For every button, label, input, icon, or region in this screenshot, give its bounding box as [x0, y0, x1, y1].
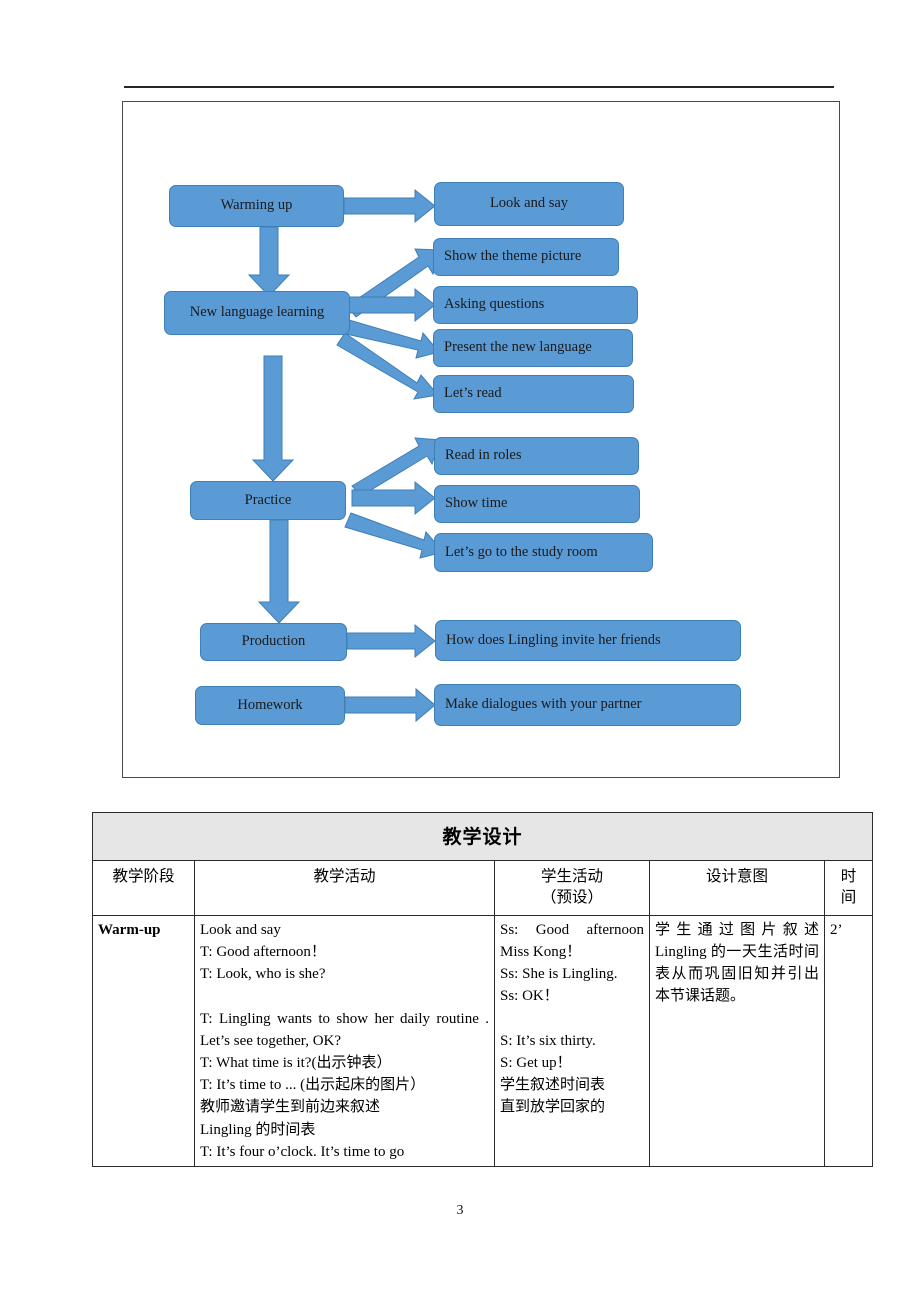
flow-box-label: Look and say	[489, 195, 569, 212]
flow-box-lets-read[interactable]: Let’s read	[433, 375, 634, 413]
flow-box-label: Let’s go to the study room	[445, 543, 598, 560]
page-number: 3	[456, 1203, 464, 1218]
arrow-warming-up-to-look-and-say	[343, 188, 436, 224]
flow-box-lets-go-to-the-study-room[interactable]: Let’s go to the study room	[434, 533, 653, 572]
flow-box-label: Present the new language	[444, 339, 592, 356]
col-header-student-activity-line1: 学生活动	[540, 868, 603, 885]
table-title: 教学设计	[92, 812, 873, 861]
activity-line: T: Good afternoon！	[200, 944, 326, 961]
activity-line: T: Lingling wants to show her daily rout…	[200, 1010, 489, 1049]
activity-line: T: It’s four o’clock. It’s time to go	[200, 1143, 405, 1160]
cell-stage: Warm-up	[92, 914, 195, 1167]
col-header-time-line2: 间	[840, 888, 857, 906]
flow-box-new-language-learning[interactable]: New language learning	[164, 291, 350, 335]
col-header-student-activity-line2: （预设）	[540, 888, 603, 906]
cell-student-activity: Ss: Good afternoon Miss Kong！ Ss: She is…	[494, 914, 650, 1167]
table-title-row: 教学设计	[92, 812, 873, 861]
header-rule	[124, 86, 834, 88]
activity-blank-line	[200, 985, 489, 1007]
arrow-nll-to-practice	[251, 355, 295, 482]
arrow-nll-to-asking-questions	[348, 287, 436, 323]
flow-box-asking-questions[interactable]: Asking questions	[433, 286, 638, 324]
student-line: Ss: She is Lingling.	[500, 966, 618, 983]
flow-box-warming-up[interactable]: Warming up	[169, 185, 344, 227]
student-line: 直到放学回家的	[500, 1099, 606, 1116]
flow-box-label: Let’s read	[444, 385, 502, 402]
flow-box-label: Asking questions	[444, 296, 545, 313]
table-row: Warm-up Look and say T: Good afternoon！ …	[92, 914, 873, 1167]
flow-box-label: Practice	[244, 491, 292, 508]
activity-line: 教师邀请学生到前边来叙述	[200, 1099, 381, 1116]
table-header-row: 教学阶段 教学活动 学生活动 （预设） 设计意图 时 间	[92, 860, 873, 916]
document-page: Warming up New language learning Practic…	[0, 0, 920, 1302]
col-header-stage: 教学阶段	[92, 860, 195, 916]
flow-box-practice[interactable]: Practice	[190, 481, 346, 520]
flow-box-label: Show the theme picture	[444, 248, 582, 265]
flow-box-label: Homework	[237, 696, 303, 713]
activity-line: T: Look, who is she?	[200, 966, 326, 983]
flow-box-homework[interactable]: Homework	[195, 686, 345, 725]
student-line: S: Get up！	[500, 1054, 572, 1071]
col-header-time-line1: 时	[840, 868, 857, 885]
flow-box-read-in-roles[interactable]: Read in roles	[434, 437, 639, 475]
arrow-warming-up-to-new-language-learning	[247, 226, 291, 297]
col-header-time: 时 间	[824, 860, 873, 916]
arrow-practice-to-production	[257, 519, 301, 624]
col-header-activity: 教学活动	[194, 860, 495, 916]
flow-box-label: New language learning	[189, 304, 325, 321]
activity-line: Lingling 的时间表	[200, 1121, 316, 1138]
activity-line: Look and say	[200, 921, 281, 938]
flow-box-how-does-lingling-invite-her-friends[interactable]: How does Lingling invite her friends	[435, 620, 741, 661]
arrow-homework-to-make-dialogues	[344, 687, 436, 723]
student-line: S: It’s six thirty.	[500, 1032, 596, 1049]
arrow-production-to-how-does-lingling	[346, 623, 436, 659]
flow-box-label: Read in roles	[445, 447, 522, 464]
arrow-practice-to-read-in-roles	[351, 437, 441, 497]
flow-box-production[interactable]: Production	[200, 623, 347, 661]
cell-teaching-activity: Look and say T: Good afternoon！ T: Look,…	[194, 914, 495, 1167]
flow-box-label: Make dialogues with your partner	[445, 696, 642, 713]
flowchart-canvas: Warming up New language learning Practic…	[123, 102, 841, 779]
col-header-intent: 设计意图	[649, 860, 825, 916]
flow-box-make-dialogues-with-your-partner[interactable]: Make dialogues with your partner	[434, 684, 741, 726]
teaching-design-table: 教学设计 教学阶段 教学活动 学生活动 （预设） 设计意图 时 间 Warm-u…	[92, 812, 873, 1167]
flow-box-label: Show time	[445, 495, 508, 512]
flow-box-show-the-theme-picture[interactable]: Show the theme picture	[433, 238, 619, 276]
student-line: Ss: OK！	[500, 988, 559, 1005]
col-header-student-activity: 学生活动 （预设）	[494, 860, 650, 916]
cell-time: 2’	[824, 914, 873, 1167]
flow-box-label: How does Lingling invite her friends	[446, 631, 661, 648]
flow-box-look-and-say[interactable]: Look and say	[434, 182, 624, 226]
student-line: 学生叙述时间表	[500, 1077, 606, 1094]
cell-design-intent: 学生通过图片叙述 Lingling 的一天生活时间表从而巩固旧知并引出本节课话题…	[649, 914, 825, 1167]
arrow-practice-to-study-room	[344, 512, 444, 559]
activity-line: T: It’s time to ... (出示起床的图片）	[200, 1077, 426, 1094]
flow-box-label: Production	[241, 633, 306, 650]
flow-box-label: Warming up	[220, 197, 293, 214]
flowchart-frame: Warming up New language learning Practic…	[122, 101, 840, 778]
student-line: Ss: Good afternoon Miss Kong！	[500, 921, 644, 961]
activity-line: T: What time is it?(出示钟表）	[200, 1054, 392, 1071]
flow-box-present-the-new-language[interactable]: Present the new language	[433, 329, 633, 367]
student-blank-line	[500, 1008, 644, 1030]
flow-box-show-time[interactable]: Show time	[434, 485, 640, 523]
